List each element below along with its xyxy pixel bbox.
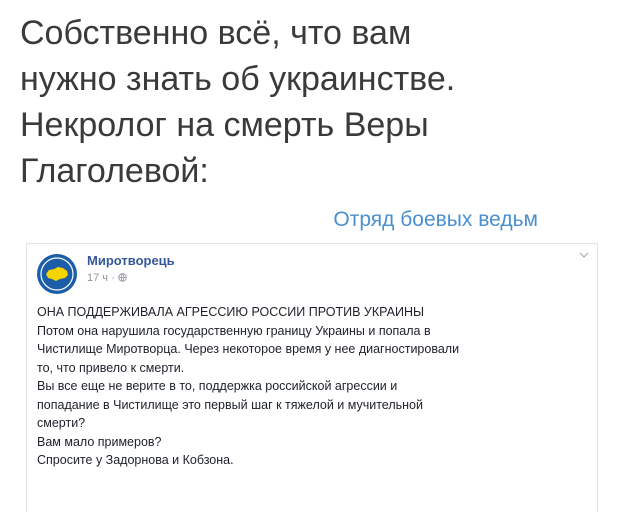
post-line: ОНА ПОДДЕРЖИВАЛА АГРЕССИЮ РОССИИ ПРОТИВ … (37, 305, 425, 319)
source-tag: Отряд боевых ведьм (333, 208, 538, 231)
post-author[interactable]: Миротворець (87, 253, 175, 268)
headline: Собственно всё, что вам нужно знать об у… (20, 10, 610, 194)
post-line: Вы все еще не верите в то, поддержка рос… (37, 379, 398, 393)
post-line: попадание в Чистилище это первый шаг к т… (37, 397, 423, 412)
avatar[interactable] (37, 254, 77, 294)
headline-line: Собственно всё, что вам (20, 14, 412, 52)
post-line: то, что привело к смерти. (37, 360, 185, 375)
post-meta: 17 ч · (87, 272, 127, 284)
chevron-down-icon (579, 252, 589, 258)
headline-line: Глаголевой: (20, 152, 209, 190)
ukraine-map-icon (38, 255, 76, 293)
post-menu-button[interactable] (579, 250, 589, 261)
headline-line: нужно знать об украинстве. (20, 60, 456, 98)
post-time[interactable]: 17 ч (87, 272, 108, 284)
facebook-post: Миротворець 17 ч · ОНА ПОДДЕРЖИВАЛА АГРЕ… (26, 243, 598, 512)
post-line: Вам мало примеров? (37, 434, 162, 449)
post-line: Потом она нарушила государственную грани… (37, 323, 431, 338)
post-line: смерти? (37, 416, 86, 430)
post-body: ОНА ПОДДЕРЖИВАЛА АГРЕССИЮ РОССИИ ПРОТИВ … (37, 303, 589, 470)
meta-separator: · (111, 272, 118, 284)
post-line: Спросите у Задорнова и Кобзона. (37, 453, 234, 467)
headline-line: Некролог на смерть Веры (20, 106, 429, 144)
post-line: Чистилище Миротворца. Через некоторое вр… (37, 342, 460, 356)
globe-icon (118, 273, 127, 282)
